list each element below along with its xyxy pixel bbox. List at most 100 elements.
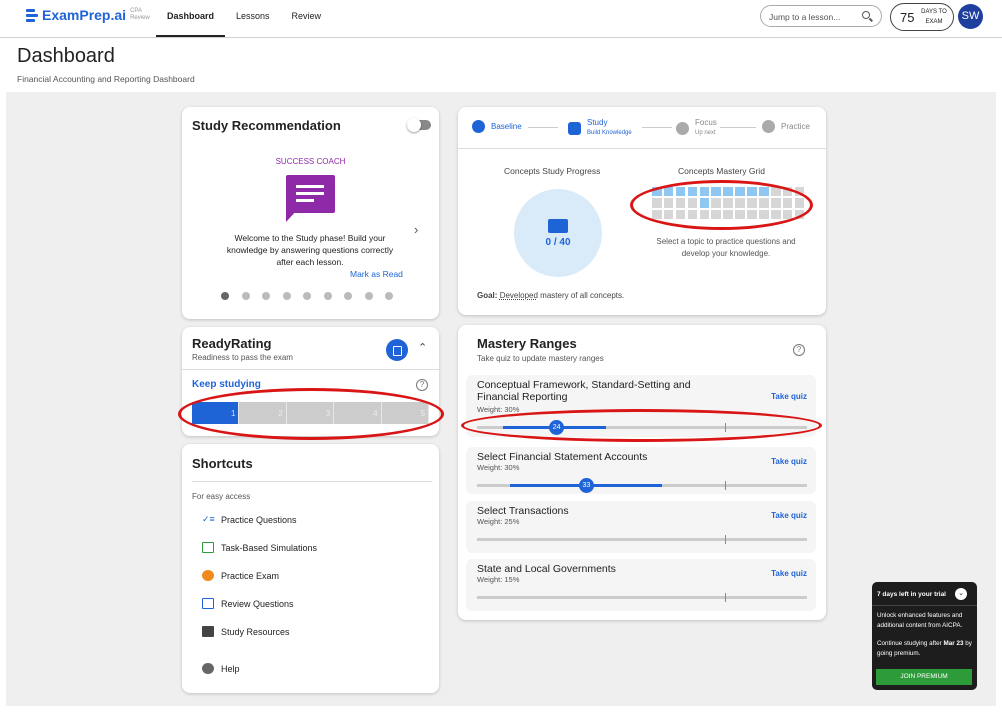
take-quiz-button[interactable]: Take quiz — [771, 511, 807, 520]
check-circle-icon — [762, 120, 775, 133]
shortcut-task-based-simulations[interactable]: Task-Based Simulations — [202, 542, 317, 553]
take-quiz-button[interactable]: Take quiz — [771, 392, 807, 401]
phase-label: Study — [587, 118, 608, 127]
phase-label: Baseline — [491, 122, 522, 131]
mark-as-read-link[interactable]: Mark as Read — [350, 269, 403, 279]
goal-label: Goal: — [477, 291, 498, 300]
shortcut-study-resources[interactable]: Study Resources — [202, 626, 290, 637]
collapse-chevron-icon[interactable]: ⌄ — [955, 588, 967, 600]
trial-date: Mar 23 — [943, 640, 964, 647]
days-to-exam-badge[interactable]: 75 DAYS TO EXAM — [890, 3, 954, 31]
mastery-topic-row: State and Local Governments Weight: 15% Ta… — [466, 559, 816, 611]
phase-practice[interactable]: Practice — [762, 120, 810, 133]
open-book-icon — [548, 219, 568, 233]
mastery-track — [477, 593, 807, 602]
trial-line1: Unlock enhanced features and additional … — [877, 612, 963, 629]
trial-popup: 7 days left in your trial ⌄ Unlock enhan… — [872, 582, 977, 690]
chevron-right-icon[interactable]: › — [414, 222, 418, 237]
top-bar: ExamPrep.ai CPA Review Dashboard Lessons… — [0, 0, 1002, 38]
carousel-dot[interactable] — [385, 292, 393, 300]
carousel-dot[interactable] — [262, 292, 270, 300]
topic-name: State and Local Governments — [477, 563, 616, 575]
annotation-ellipse-mastery — [461, 409, 822, 442]
book-icon — [568, 121, 581, 135]
mastery-threshold-marker — [724, 593, 726, 602]
focus-icon — [676, 121, 689, 135]
mastery-threshold-marker — [724, 481, 726, 490]
carousel-dot[interactable] — [364, 292, 373, 300]
tab-review[interactable]: Review — [281, 0, 333, 37]
help-circle-icon[interactable]: ? — [416, 379, 428, 391]
shortcut-label: Study Resources — [221, 626, 290, 637]
carousel-dot[interactable] — [221, 292, 229, 300]
shortcut-label: Review Questions — [221, 598, 294, 609]
info-icon — [202, 663, 214, 674]
trial-line2a: Continue studying after — [877, 640, 944, 647]
annotation-ellipse-grid — [630, 180, 813, 230]
carousel-dot[interactable] — [282, 292, 291, 300]
target-icon — [472, 120, 485, 133]
shortcut-practice-questions[interactable]: ✓≡ Practice Questions — [202, 514, 297, 525]
page-title: Dashboard — [17, 45, 115, 67]
help-circle-icon[interactable]: ? — [793, 344, 805, 356]
brand-logo[interactable]: ExamPrep.ai CPA Review — [26, 7, 152, 23]
topic-weight: Weight: 25% — [477, 517, 520, 526]
tab-dashboard[interactable]: Dashboard — [156, 0, 226, 37]
topic-weight: Weight: 30% — [477, 463, 520, 472]
take-quiz-button[interactable]: Take quiz — [771, 457, 807, 466]
topic-name: Conceptual Framework, Standard-Setting a… — [477, 379, 691, 403]
goal-line: Goal: Developed mastery of all concepts. — [477, 291, 624, 300]
carousel-dot[interactable] — [303, 292, 311, 300]
shortcuts-subtitle: For easy access — [192, 492, 251, 501]
phase-study[interactable]: Study Build Knowledge — [568, 118, 632, 138]
grid-hint: Select a topic to practice questions and… — [656, 237, 796, 258]
shortcut-practice-exam[interactable]: Practice Exam — [202, 570, 279, 581]
tab-lessons[interactable]: Lessons — [225, 0, 281, 37]
shortcuts-title: Shortcuts — [192, 456, 253, 471]
mastery-track: 33 — [477, 478, 807, 493]
mastery-title: Mastery Ranges — [477, 336, 577, 351]
brand-sub: CPA Review — [130, 8, 150, 21]
take-quiz-button[interactable]: Take quiz — [771, 569, 807, 578]
mastery-subtitle: Take quiz to update mastery ranges — [477, 354, 604, 363]
shortcut-label: Practice Exam — [221, 570, 280, 581]
shortcut-label: Task-Based Simulations — [221, 542, 318, 553]
study-rec-toggle[interactable] — [407, 118, 431, 132]
mastery-topic-row: Select Financial Statement Accounts Weigh… — [466, 447, 816, 494]
phase-sub: Up next — [695, 130, 716, 136]
checklist-icon: ✓≡ — [202, 514, 215, 524]
collapse-chevron-icon[interactable]: ⌃ — [418, 341, 427, 354]
goal-rest: mastery of all concepts. — [540, 291, 625, 300]
carousel-dot[interactable] — [323, 292, 332, 300]
phase-label: Practice — [781, 122, 810, 131]
carousel-dot[interactable] — [344, 292, 352, 300]
user-avatar[interactable]: SW — [958, 4, 983, 29]
days-label: DAYS TO EXAM — [921, 9, 947, 25]
progress-title: Concepts Study Progress — [504, 166, 601, 176]
mastery-score-knob[interactable]: 33 — [578, 478, 594, 493]
mastery-track — [477, 535, 807, 544]
simulation-icon — [202, 542, 214, 553]
main-nav: Dashboard Lessons Review — [156, 0, 332, 37]
trial-title: 7 days left in your trial — [877, 591, 946, 598]
lesson-search-input[interactable]: Jump to a lesson... — [760, 5, 882, 27]
phase-baseline[interactable]: Baseline — [472, 120, 522, 133]
progress-value: 0 / 40 — [545, 237, 571, 248]
mastery-threshold-marker — [724, 535, 726, 544]
goal-highlight: Developed — [499, 291, 538, 300]
page-subtitle: Financial Accounting and Reporting Dashb… — [17, 74, 195, 84]
carousel-dot[interactable] — [241, 292, 250, 300]
study-recommendation-card: Study Recommendation SUCCESS COACH Welco… — [182, 107, 439, 319]
review-list-icon — [202, 598, 214, 609]
carousel-dots — [221, 292, 393, 300]
phase-focus[interactable]: Focus Up next — [676, 118, 717, 138]
shortcut-help[interactable]: Help — [202, 663, 240, 674]
search-icon[interactable] — [862, 11, 870, 19]
join-premium-button[interactable]: JOIN PREMIUM — [876, 669, 972, 685]
phase-sub: Build Knowledge — [587, 130, 632, 136]
shortcut-review-questions[interactable]: Review Questions — [202, 598, 294, 609]
readyrating-subtitle: Readiness to pass the exam — [192, 353, 293, 362]
shortcut-label: Practice Questions — [221, 514, 297, 525]
brand-name: ExamPrep.ai — [42, 7, 127, 23]
topic-name: Select Transactions — [477, 505, 569, 517]
